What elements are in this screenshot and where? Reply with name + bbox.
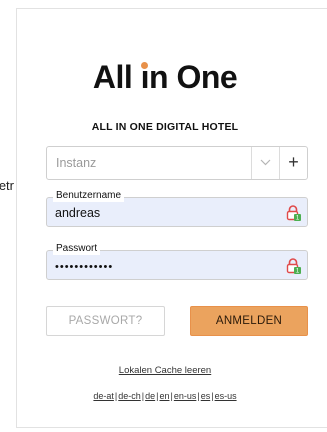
password-label: Passwort <box>53 243 101 255</box>
language-link-en-us[interactable]: en-us <box>174 391 197 401</box>
username-value: andreas <box>55 206 101 220</box>
language-link-de-ch[interactable]: de-ch <box>118 391 141 401</box>
lock-icon[interactable]: 1 <box>286 257 301 274</box>
logo-i-letter: ı <box>140 59 150 95</box>
password-field[interactable]: Passwort •••••••••••• 1 <box>46 243 308 280</box>
language-link-de-at[interactable]: de-at <box>93 391 114 401</box>
clear-cache-link[interactable]: Lokalen Cache leeren <box>17 365 313 376</box>
app-logo: All ın One <box>92 59 238 95</box>
language-selector: de-at|de-ch|de|en|en-us|es|es-us <box>17 391 313 401</box>
username-field[interactable]: Benutzername andreas 1 <box>46 190 308 227</box>
instance-dropdown-toggle[interactable] <box>251 147 279 179</box>
language-link-en[interactable]: en <box>159 391 169 401</box>
chevron-down-icon <box>260 159 271 166</box>
login-button[interactable]: ANMELDEN <box>190 306 308 336</box>
language-link-es-us[interactable]: es-us <box>215 391 237 401</box>
add-instance-button[interactable]: + <box>279 147 307 179</box>
username-label: Benutzername <box>53 190 125 202</box>
password-value: •••••••••••• <box>55 261 114 273</box>
instance-select-placeholder: Instanz <box>56 156 97 170</box>
login-card: All ın One ALL IN ONE DIGITAL HOTEL Inst… <box>16 8 327 428</box>
app-subtitle: ALL IN ONE DIGITAL HOTEL <box>91 121 239 133</box>
forgot-password-button[interactable]: PASSWORT? <box>46 306 165 336</box>
language-link-de[interactable]: de <box>145 391 155 401</box>
language-link-es[interactable]: es <box>201 391 211 401</box>
stray-text: etr <box>0 178 14 193</box>
login-screen: etr All ın One ALL IN ONE DIGITAL HOTEL … <box>0 0 327 432</box>
lock-icon[interactable]: 1 <box>286 204 301 221</box>
instance-select[interactable]: Instanz + <box>46 146 308 180</box>
